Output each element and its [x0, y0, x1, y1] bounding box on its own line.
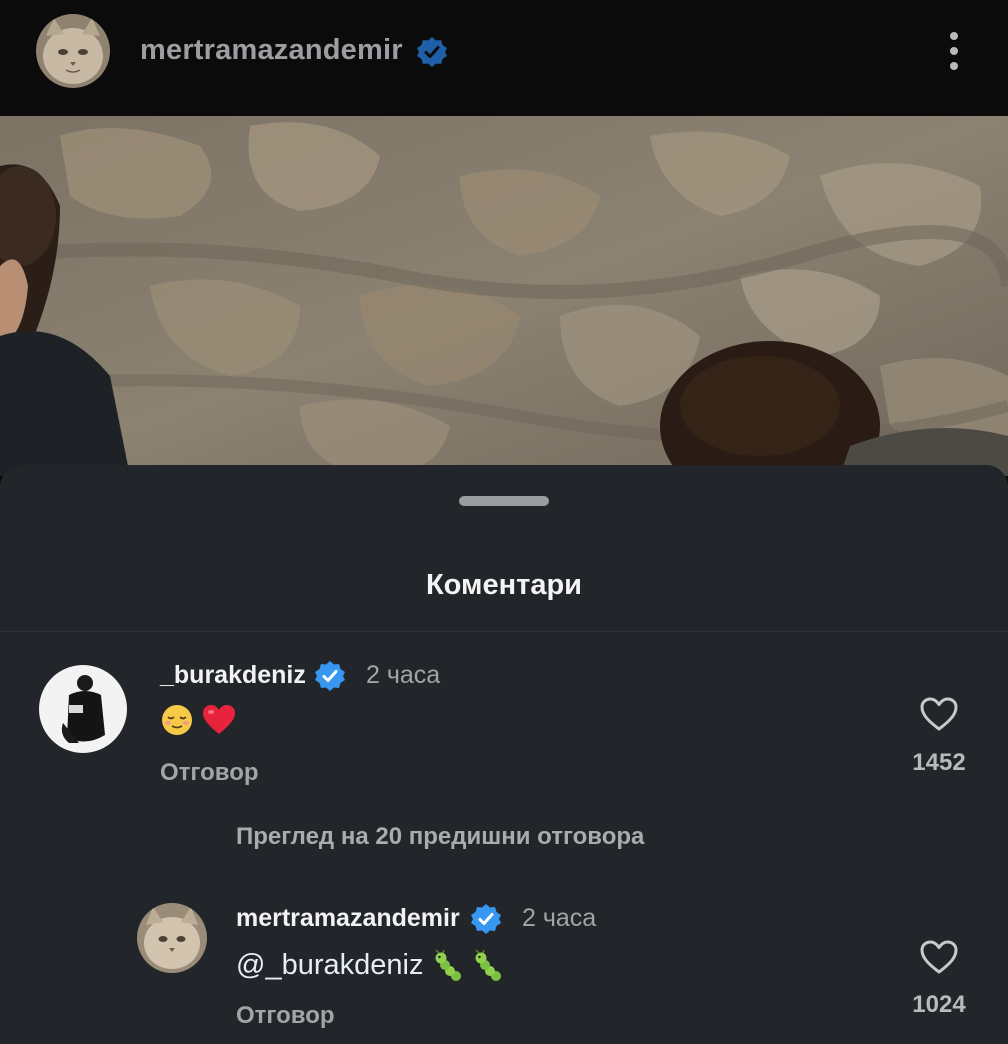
- reply-time: 2 часа: [522, 904, 597, 932]
- caterpillar-icon: [475, 950, 501, 982]
- relieved-face-icon: [162, 705, 192, 736]
- commenter-avatar[interactable]: [39, 665, 127, 753]
- author-username[interactable]: mertramazandemir: [140, 34, 403, 67]
- comments-sheet: Коментари _burakdeniz 2 часа Отговор 145…: [0, 465, 1008, 1044]
- comment-username[interactable]: _burakdeniz: [160, 661, 306, 690]
- divider: [0, 631, 1008, 632]
- like-heart-icon[interactable]: [919, 938, 959, 976]
- view-previous-replies-button[interactable]: Преглед на 20 предишни отговора: [236, 823, 644, 851]
- verified-badge-icon: [417, 37, 447, 67]
- sheet-title: Коментари: [425, 569, 582, 601]
- like-heart-icon[interactable]: [919, 695, 959, 733]
- caterpillar-icon: [434, 950, 461, 982]
- post-header: mertramazandemir: [0, 0, 1008, 116]
- author-avatar[interactable]: [36, 14, 110, 88]
- post-photo: [0, 116, 1008, 476]
- red-heart-icon: [203, 705, 236, 735]
- reply-username[interactable]: mertramazandemir: [236, 904, 460, 933]
- more-options-icon[interactable]: [936, 26, 972, 76]
- reply-author-avatar[interactable]: [137, 903, 207, 973]
- post-comments-screen: mertramazandemir Коментари _burakdeniz 2…: [0, 0, 1008, 1044]
- comment-time: 2 часа: [366, 661, 441, 689]
- sheet-drag-handle[interactable]: [459, 496, 549, 506]
- reply-button[interactable]: Отговор: [160, 759, 259, 787]
- like-count: 1452: [912, 749, 966, 776]
- comment-text: [160, 703, 236, 737]
- reply-text: @_burakdeniz: [236, 949, 504, 982]
- verified-badge-icon: [315, 661, 345, 691]
- verified-badge-icon: [471, 904, 501, 934]
- reply-button[interactable]: Отговор: [236, 1002, 335, 1030]
- reply-mention[interactable]: @_burakdeniz: [236, 949, 423, 981]
- like-count: 1024: [912, 991, 966, 1018]
